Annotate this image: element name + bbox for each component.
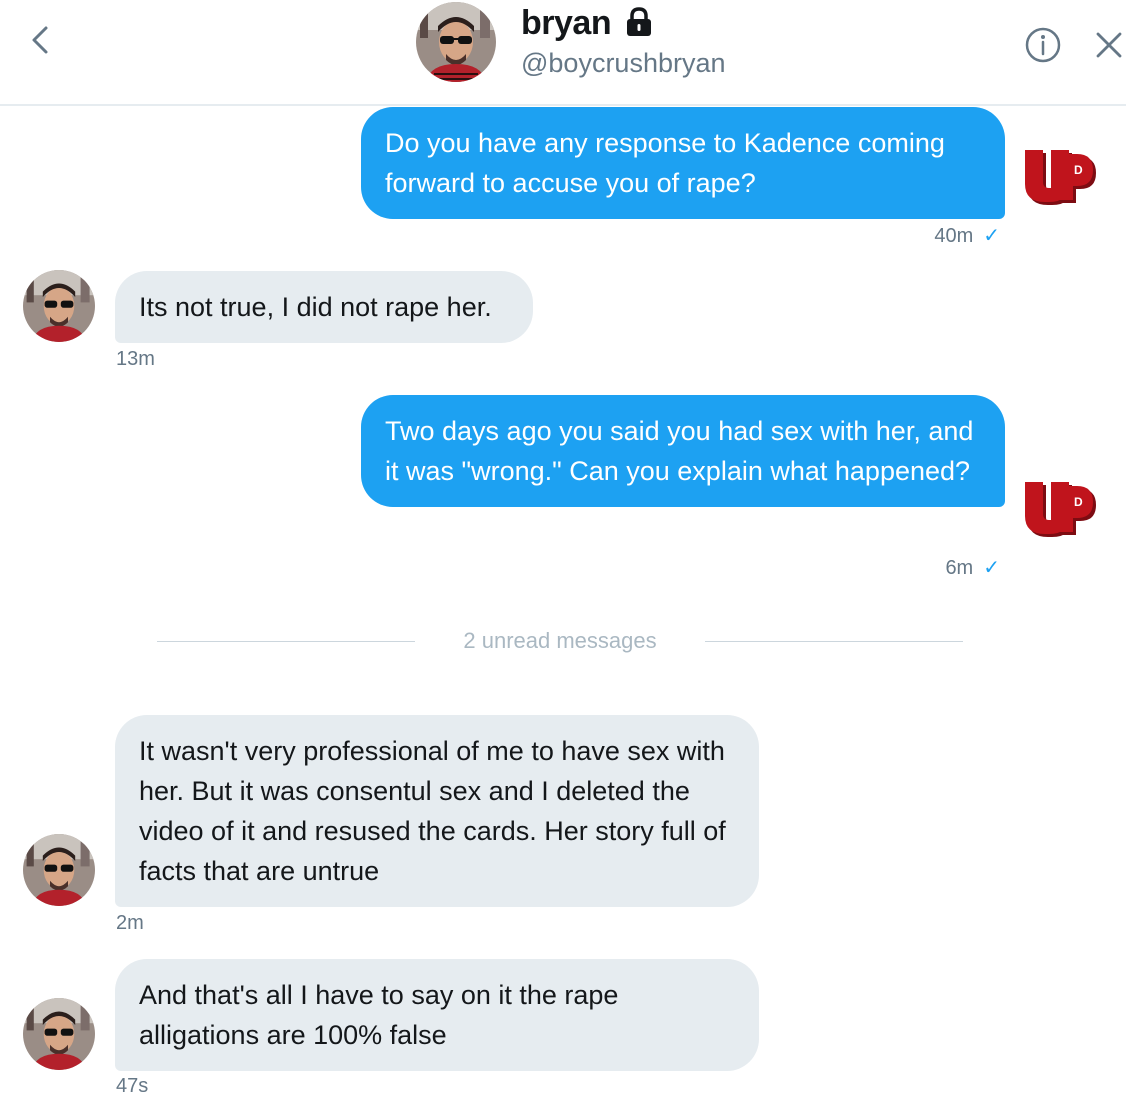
lock-icon — [624, 7, 654, 37]
divider-line-left — [157, 641, 415, 642]
avatar-photo — [23, 998, 95, 1070]
message-bubble-outgoing[interactable]: Two days ago you said you had sex with h… — [361, 395, 1005, 507]
header-avatar[interactable] — [416, 2, 496, 82]
sender-avatar[interactable] — [23, 834, 95, 906]
conversation-header: bryan @boycrushbryan — [0, 0, 1126, 106]
sender-logo: D — [1022, 147, 1098, 207]
contact-name: bryan — [521, 4, 612, 42]
svg-text:D: D — [1074, 163, 1083, 177]
close-button[interactable] — [1092, 28, 1126, 62]
close-icon — [1096, 32, 1122, 58]
svg-text:D: D — [1074, 495, 1083, 509]
sender-avatar[interactable] — [23, 998, 95, 1070]
sender-logo: D — [1022, 479, 1098, 539]
chevron-left-icon — [32, 26, 48, 54]
message-meta: 40m ✓ — [860, 223, 1000, 248]
message-timestamp: 2m — [116, 912, 144, 934]
message-meta: 6m ✓ — [860, 555, 1000, 580]
info-icon — [1025, 27, 1061, 63]
contact-handle: @boycrushbryan — [521, 48, 726, 78]
message-timestamp: 13m — [116, 348, 155, 370]
message-bubble-incoming[interactable]: And that's all I have to say on it the r… — [115, 959, 759, 1071]
message-bubble-outgoing[interactable]: Do you have any response to Kadence comi… — [361, 107, 1005, 219]
avatar-photo — [23, 270, 95, 342]
avatar-photo — [416, 2, 496, 82]
divider-line-right — [705, 641, 963, 642]
message-timestamp: 6m — [945, 557, 974, 579]
message-timestamp: 47s — [116, 1075, 149, 1097]
info-button[interactable] — [1023, 25, 1063, 65]
message-timestamp: 40m — [934, 225, 974, 247]
unread-divider: 2 unread messages — [463, 628, 657, 653]
message-bubble-incoming[interactable]: Its not true, I did not rape her. — [115, 271, 533, 343]
sender-avatar[interactable] — [23, 270, 95, 342]
avatar-photo — [23, 834, 95, 906]
read-check-icon: ✓ — [983, 557, 1000, 579]
message-bubble-incoming[interactable]: It wasn't very professional of me to hav… — [115, 715, 759, 907]
back-button[interactable] — [24, 20, 56, 60]
read-check-icon: ✓ — [983, 225, 1000, 247]
